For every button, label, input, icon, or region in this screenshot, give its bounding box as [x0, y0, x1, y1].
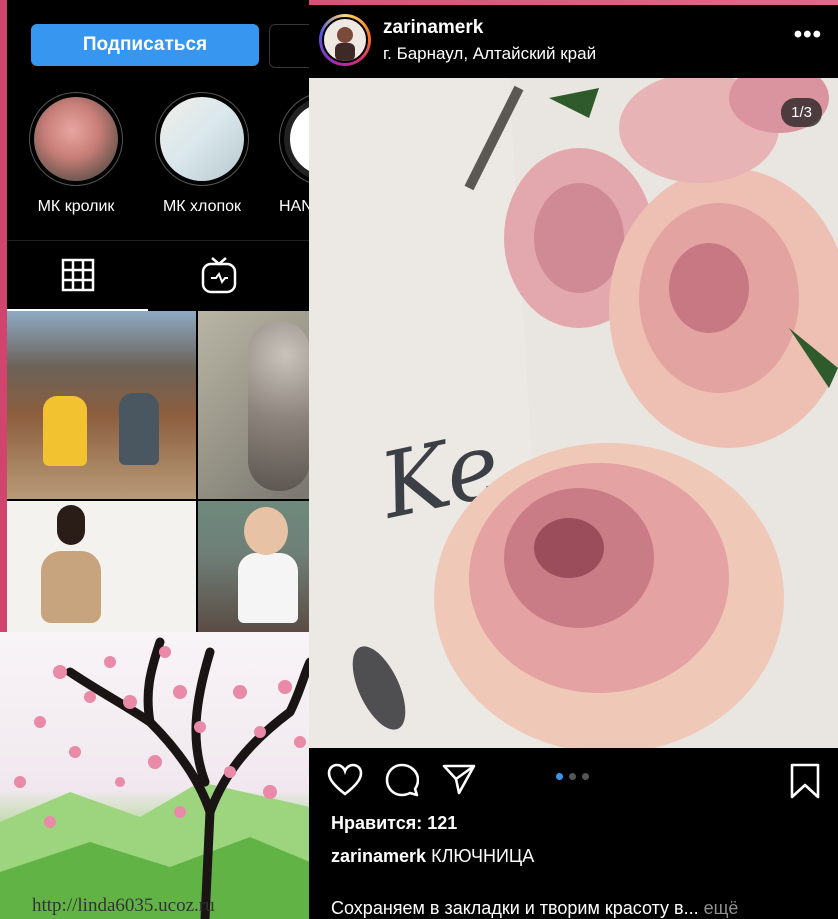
- post-description: Сохраняем в закладки и творим красоту в.…: [331, 898, 738, 919]
- likes-count[interactable]: Нравится: 121: [331, 813, 457, 834]
- description-text: Сохраняем в закладки и творим красоту в.…: [331, 898, 699, 918]
- carousel-dots: [556, 773, 589, 780]
- highlight-image: [160, 97, 244, 181]
- avatar: [322, 17, 368, 63]
- tree-illustration: [0, 637, 310, 919]
- highlight-item[interactable]: МК кролик: [27, 92, 125, 216]
- highlight-item[interactable]: МК хлопок: [153, 92, 251, 216]
- carousel-dot: [569, 773, 576, 780]
- watermark-url: http://linda6035.ucoz.ru: [32, 895, 215, 916]
- profile-tabs: [7, 240, 309, 311]
- grid-photo[interactable]: [7, 311, 196, 499]
- carousel-dot-active: [556, 773, 563, 780]
- story-ring[interactable]: [319, 14, 371, 66]
- post-location[interactable]: г. Барнаул, Алтайский край: [383, 44, 596, 64]
- comment-icon[interactable]: [385, 763, 419, 797]
- image-counter: 1/3: [781, 98, 822, 127]
- follow-button[interactable]: Подписаться: [31, 24, 259, 66]
- grid-icon: [61, 258, 94, 292]
- highlight-label: МК кролик: [37, 198, 115, 215]
- grid-photo[interactable]: [198, 311, 310, 499]
- highlight-label: МК хлопок: [162, 198, 242, 215]
- highlight-image: [34, 97, 118, 181]
- igtv-icon: [201, 257, 236, 294]
- share-icon[interactable]: [442, 763, 476, 795]
- post-username[interactable]: zarinamerk: [383, 17, 483, 39]
- more-link[interactable]: ещё: [704, 898, 739, 918]
- profile-panel: Подписаться МК кролик МК хлопок HAN: [7, 0, 331, 632]
- caption-text: КЛЮЧНИЦА: [431, 846, 535, 866]
- bookmark-icon[interactable]: [790, 763, 820, 799]
- carousel-dot: [582, 773, 589, 780]
- action-bar: [309, 749, 838, 809]
- heart-icon[interactable]: [327, 763, 363, 797]
- tab-grid[interactable]: [7, 241, 148, 311]
- tab-igtv[interactable]: [148, 241, 289, 309]
- more-options-icon[interactable]: •••: [794, 21, 822, 49]
- post-photo[interactable]: Ke 1/3: [309, 78, 838, 748]
- post-panel: zarinamerk г. Барнаул, Алтайский край ••…: [309, 5, 838, 919]
- roses-illustration: Ke: [309, 78, 838, 748]
- grid-photo[interactable]: [198, 501, 309, 632]
- tree-image: http://linda6035.ucoz.ru: [0, 632, 310, 919]
- post-header: zarinamerk г. Барнаул, Алтайский край ••…: [309, 5, 838, 77]
- caption-username[interactable]: zarinamerk: [331, 846, 426, 866]
- post-caption: zarinamerk КЛЮЧНИЦА: [331, 846, 534, 867]
- grid-photo[interactable]: [7, 501, 196, 632]
